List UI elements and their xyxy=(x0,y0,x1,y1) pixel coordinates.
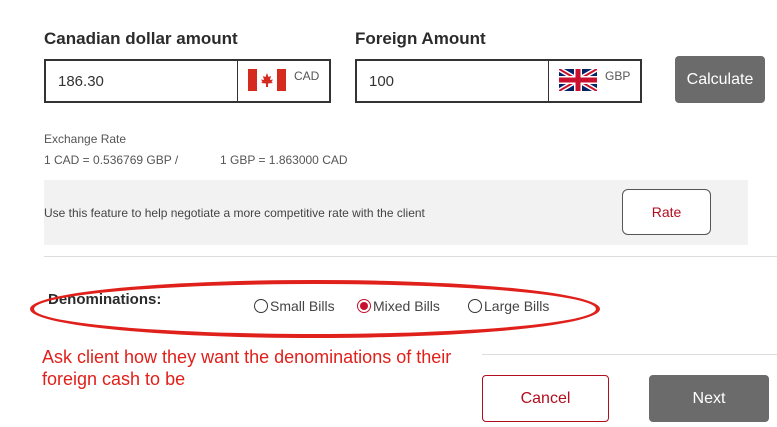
cad-amount-input[interactable]: 186.30 xyxy=(46,61,237,101)
foreign-currency-code: GBP xyxy=(605,69,631,83)
foreign-amount-label: Foreign Amount xyxy=(355,29,486,48)
rate-negotiation-panel: Use this feature to help negotiate a mor… xyxy=(44,180,748,245)
rate-button[interactable]: Rate xyxy=(622,189,711,235)
next-button[interactable]: Next xyxy=(649,375,769,422)
exchange-rate-label: Exchange Rate xyxy=(44,132,127,146)
rate-panel-message: Use this feature to help negotiate a mor… xyxy=(44,206,425,220)
cad-currency-code: CAD xyxy=(294,69,320,83)
foreign-amount-input[interactable]: 100 xyxy=(357,61,548,101)
cad-currency-selector[interactable]: CAD xyxy=(237,61,329,101)
cad-amount-group: 186.30 CAD xyxy=(44,59,331,103)
exchange-rate-gbp-cad: 1 GBP = 1.863000 CAD xyxy=(220,153,348,167)
cad-amount-label: Canadian dollar amount xyxy=(44,29,238,48)
foreign-currency-selector[interactable]: GBP xyxy=(548,61,640,101)
canada-flag-icon xyxy=(248,69,286,91)
calculate-button[interactable]: Calculate xyxy=(675,56,765,103)
annotation-text: Ask client how they want the denominatio… xyxy=(42,347,452,389)
footer-divider xyxy=(482,354,777,355)
cancel-button[interactable]: Cancel xyxy=(482,375,609,422)
section-divider xyxy=(44,256,777,257)
exchange-rate-cad-gbp: 1 CAD = 0.536769 GBP / xyxy=(44,153,179,167)
foreign-amount-group: 100 GBP xyxy=(355,59,642,103)
uk-flag-icon xyxy=(559,69,597,91)
annotation-highlight-oval xyxy=(30,280,600,338)
